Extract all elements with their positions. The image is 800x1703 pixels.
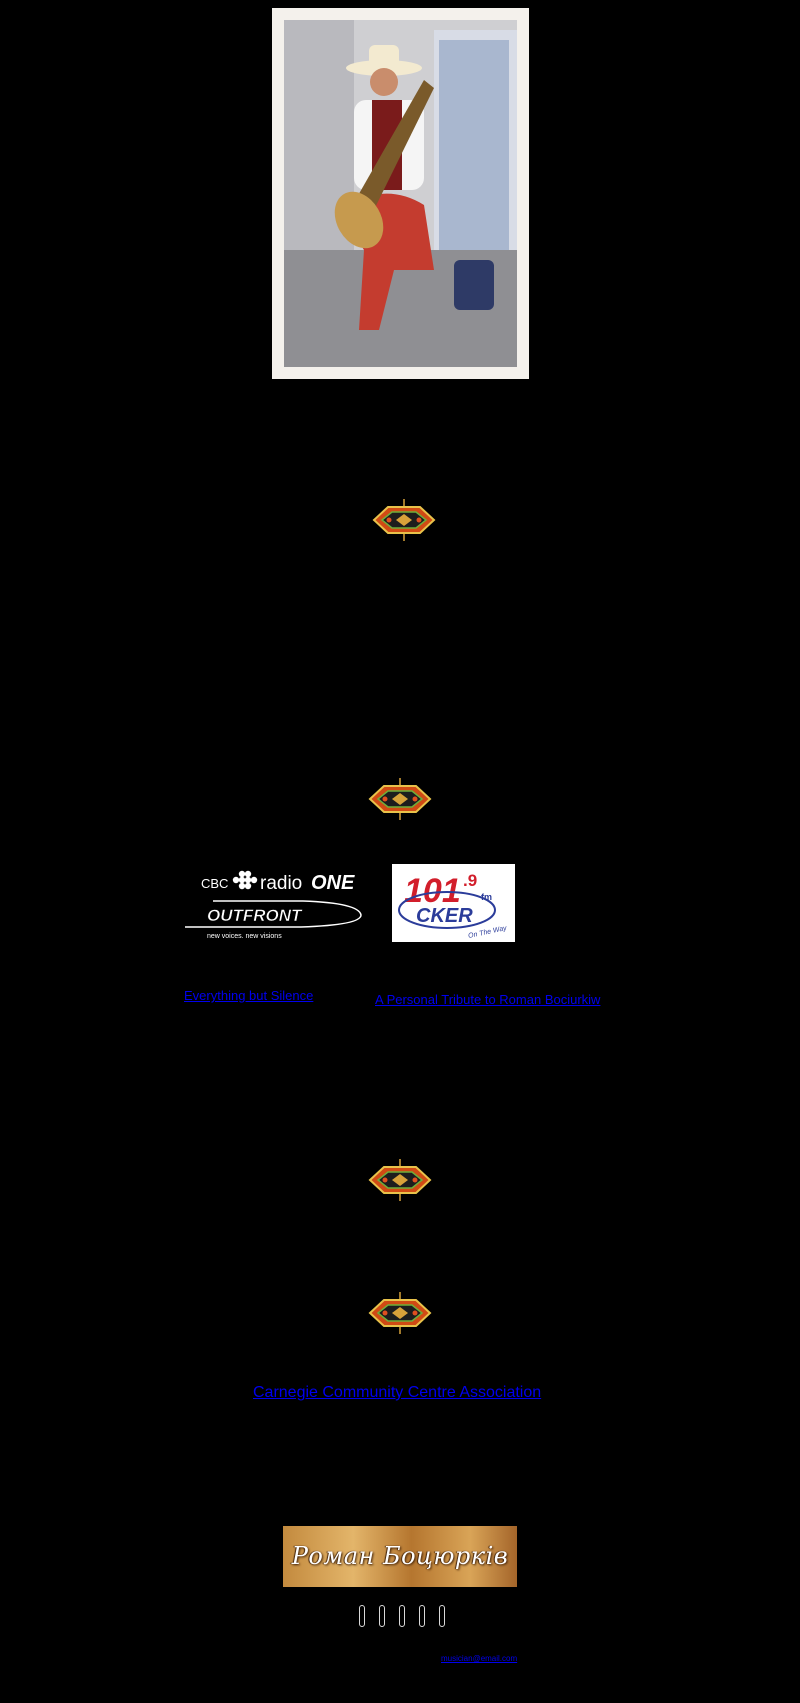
name-banner: Роман Боцюрків — [283, 1526, 517, 1587]
one-text: ONE — [311, 872, 355, 894]
outfront-tagline: new voices. new visions — [207, 933, 282, 940]
cbc-gem-icon — [232, 870, 258, 890]
nav-button[interactable] — [439, 1605, 445, 1627]
ornament-icon — [368, 778, 432, 820]
cbc-outfront-logo: CBC radio ONE OUTFRONT new voices. new v… — [183, 865, 364, 943]
ornament-icon — [368, 1159, 432, 1201]
everything-but-silence-link[interactable]: Everything but Silence — [184, 988, 313, 1003]
banner-name: Роман Боцюрків — [291, 1542, 509, 1570]
cker-slogan: On The Way — [468, 925, 508, 940]
radio-text: radio — [260, 873, 302, 894]
tribute-link[interactable]: A Personal Tribute to Roman Bociurkiw — [375, 992, 600, 1007]
nav-button[interactable] — [379, 1605, 385, 1627]
nav-button[interactable] — [419, 1605, 425, 1627]
cker-frequency-decimal: .9 — [463, 871, 477, 890]
nav-button[interactable] — [359, 1605, 365, 1627]
ornament-icon — [368, 1292, 432, 1334]
outfront-text: OUTFRONT — [207, 906, 303, 925]
cker-station: CKER — [416, 905, 473, 927]
cker-logo: 101 .9 fm CKER On The Way — [392, 864, 515, 942]
carnegie-centre-link[interactable]: Carnegie Community Centre Association — [253, 1384, 541, 1402]
ornament-icon — [372, 499, 436, 541]
cbc-text: CBC — [201, 876, 228, 891]
email-link[interactable]: musician@email.com — [441, 1654, 517, 1663]
musician-photo-icon — [284, 20, 517, 367]
nav-button[interactable] — [399, 1605, 405, 1627]
hero-photo — [272, 8, 529, 379]
